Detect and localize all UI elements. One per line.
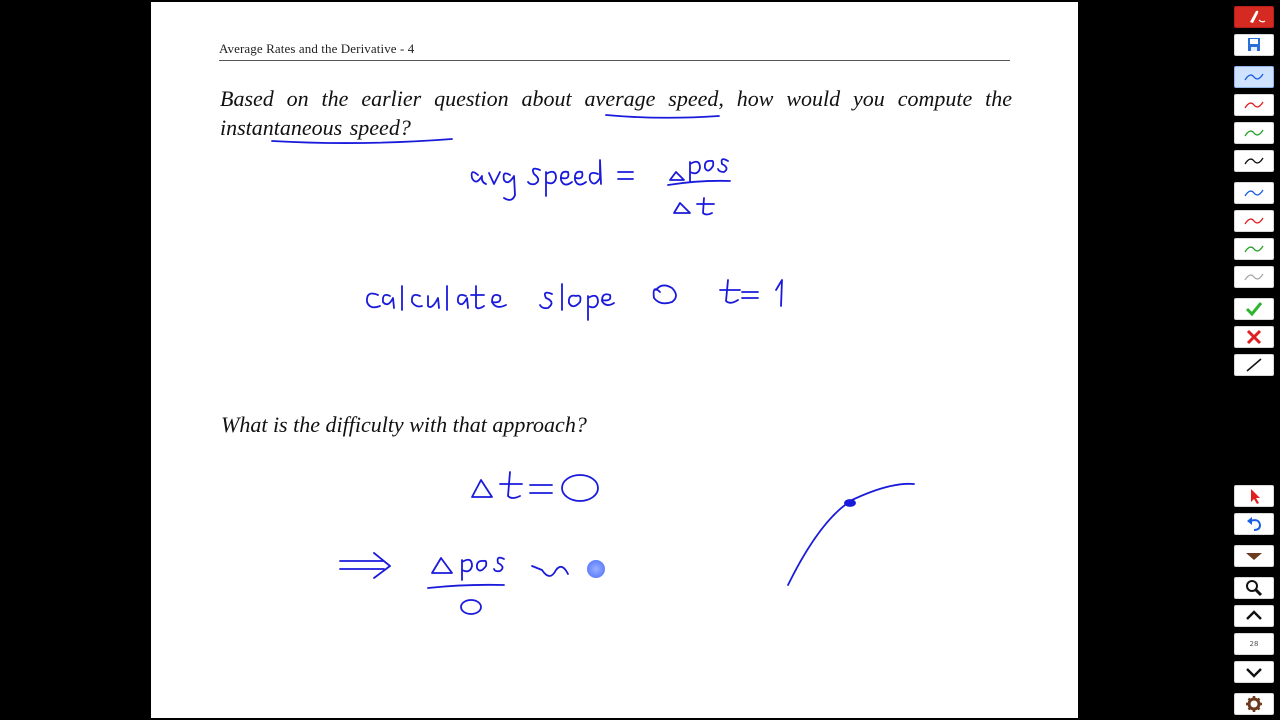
running-header: Average Rates and the Derivative - 4: [219, 41, 415, 56]
question-difficulty: What is the difficulty with that approac…: [221, 412, 587, 437]
line-tool-icon[interactable]: [1234, 354, 1274, 376]
question-average-to-instantaneous: Based on the earlier question about aver…: [220, 86, 1012, 140]
pen-black-icon[interactable]: [1234, 150, 1274, 172]
pen-red-thin-icon[interactable]: [1234, 94, 1274, 116]
pen-green-thin-icon[interactable]: [1234, 122, 1274, 144]
highlighter-red-icon[interactable]: [1234, 210, 1274, 232]
document-page: Average Rates and the Derivative - 4 Bas…: [151, 2, 1078, 718]
page-down-icon[interactable]: [1234, 661, 1274, 683]
annotation-toolbar: 28: [1232, 0, 1276, 720]
cross-mark-icon[interactable]: [1234, 326, 1274, 348]
app-logo-icon[interactable]: [1234, 6, 1274, 28]
pen-blue-thin-icon[interactable]: [1234, 66, 1274, 88]
dropdown-icon[interactable]: [1234, 545, 1274, 567]
page-up-icon[interactable]: [1234, 605, 1274, 627]
pointer-icon[interactable]: [1234, 485, 1274, 507]
page-number-display: 28: [1234, 633, 1274, 655]
header-rule: [219, 60, 1010, 61]
highlighter-blue-icon[interactable]: [1234, 182, 1274, 204]
laser-pointer: [587, 560, 605, 578]
undo-icon[interactable]: [1234, 513, 1274, 535]
settings-gear-icon[interactable]: [1234, 693, 1274, 715]
highlighter-gray-icon[interactable]: [1234, 266, 1274, 288]
highlighter-green-icon[interactable]: [1234, 238, 1274, 260]
search-icon[interactable]: [1234, 577, 1274, 599]
page-number: 28: [1249, 640, 1259, 648]
save-icon[interactable]: [1234, 34, 1274, 56]
check-mark-icon[interactable]: [1234, 298, 1274, 320]
